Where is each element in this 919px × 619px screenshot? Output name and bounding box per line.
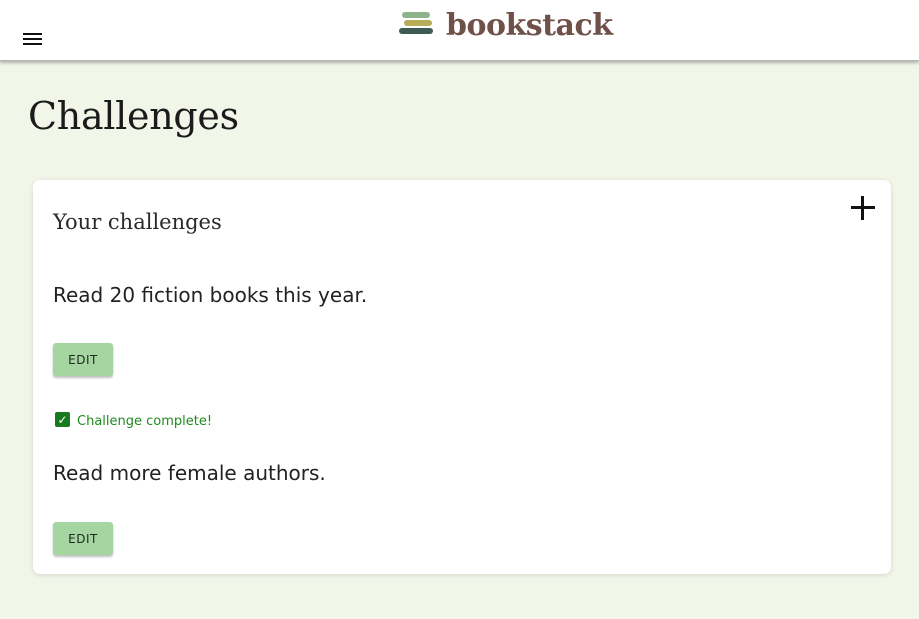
book-stack-icon [398,10,436,40]
challenge-complete-label: Challenge complete! [77,414,213,429]
challenge-text: Read 20 fiction books this year. [53,283,368,307]
hamburger-menu-icon[interactable] [20,27,46,51]
card-heading: Your challenges [53,210,222,234]
checkbox-checked-icon[interactable]: ✓ [55,412,70,427]
challenge-text: Read more female authors. [53,461,326,485]
plus-icon[interactable] [849,194,877,222]
brand-name: bookstack [446,7,613,43]
edit-challenge-button[interactable]: EDIT [53,522,113,555]
page-title: Challenges [28,94,239,138]
edit-challenge-button[interactable]: EDIT [53,343,113,376]
top-app-bar: bookstack [0,0,919,61]
brand-logo[interactable]: bookstack [398,7,613,43]
challenges-card: Your challenges Read 20 fiction books th… [33,180,891,574]
challenge-complete-status: ✓ Challenge complete! [55,412,212,429]
